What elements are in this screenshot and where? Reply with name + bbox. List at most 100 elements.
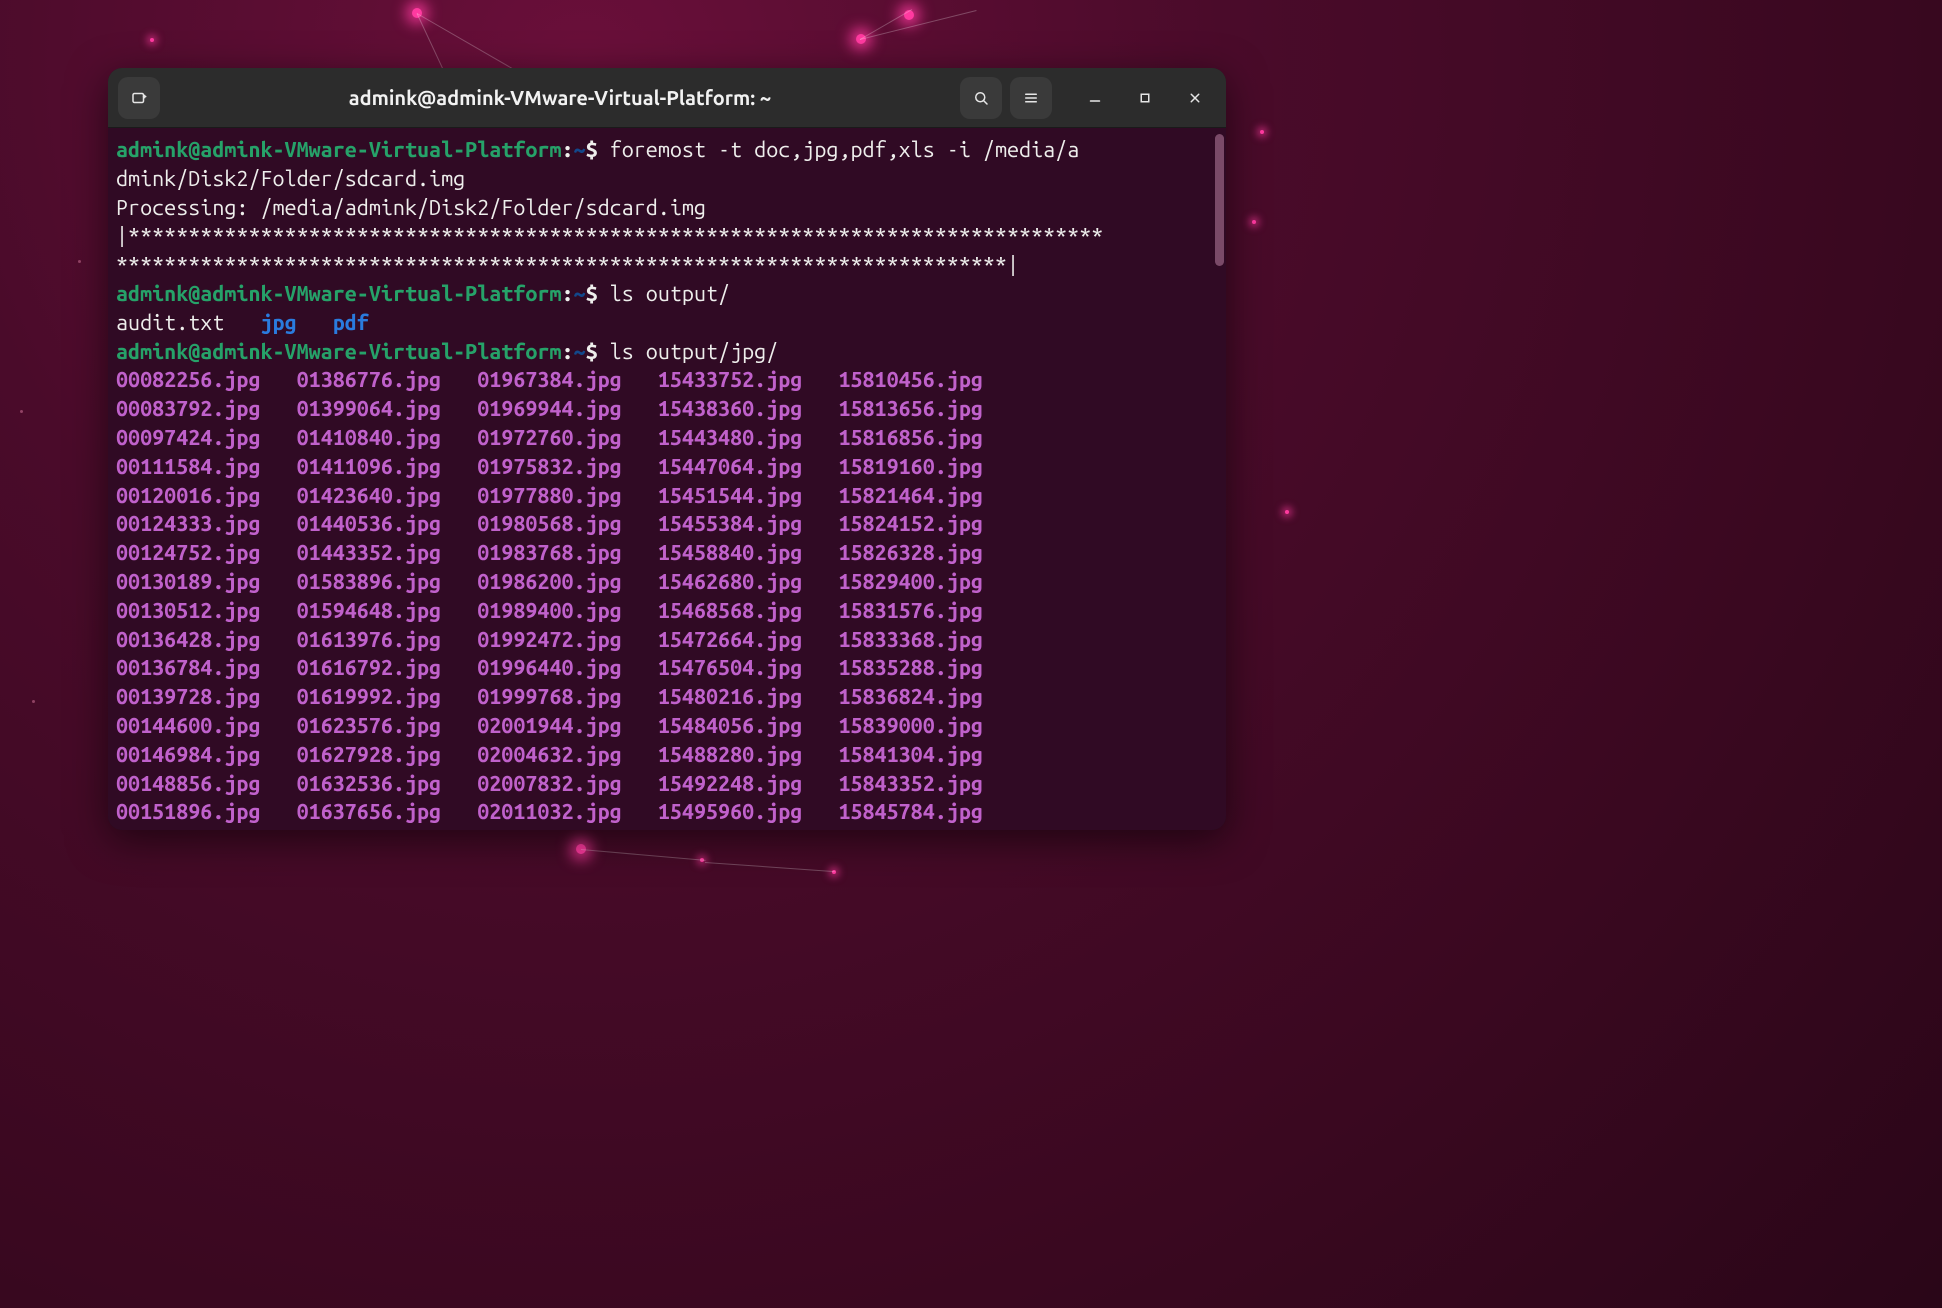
dir-entry: jpg (261, 311, 297, 335)
file-entry: 01969944.jpg (477, 397, 621, 421)
command-text: ls output/ (610, 282, 730, 306)
search-button[interactable] (960, 77, 1002, 119)
prompt-path: ~ (574, 282, 586, 306)
file-entry: 00136784.jpg (116, 656, 260, 680)
prompt-userhost: admink@admink-VMware-Virtual-Platform (116, 138, 561, 162)
file-entry: 00146984.jpg (116, 743, 260, 767)
file-entry: 00124752.jpg (116, 541, 260, 565)
file-entry: 01386776.jpg (297, 368, 441, 392)
file-entry: 00097424.jpg (116, 426, 260, 450)
file-entry: 15484056.jpg (658, 714, 802, 738)
file-entry: 01637656.jpg (297, 800, 441, 824)
file-entry: 15462680.jpg (658, 570, 802, 594)
line-decor (860, 9, 912, 40)
line-decor (705, 862, 835, 872)
file-entry: 01411096.jpg (297, 455, 441, 479)
file-entry: 15816856.jpg (838, 426, 982, 450)
new-tab-button[interactable] (118, 77, 160, 119)
terminal-line: 00130189.jpg 01583896.jpg 01986200.jpg 1… (116, 568, 1218, 597)
file-entry: 01992472.jpg (477, 628, 621, 652)
maximize-icon (1136, 89, 1154, 107)
terminal-line: ****************************************… (116, 251, 1218, 280)
file-entry: 15843352.jpg (838, 772, 982, 796)
file-entry: 01967384.jpg (477, 368, 621, 392)
file-entry: 00136428.jpg (116, 628, 260, 652)
file-entry: 00083792.jpg (116, 397, 260, 421)
star-decor (20, 410, 23, 413)
terminal-line: 00139728.jpg 01619992.jpg 01999768.jpg 1… (116, 683, 1218, 712)
file-entry: 15821464.jpg (838, 484, 982, 508)
file-entry: 01423640.jpg (297, 484, 441, 508)
file-entry: 01440536.jpg (297, 512, 441, 536)
file-entry: 01443352.jpg (297, 541, 441, 565)
file-entry: 02004632.jpg (477, 743, 621, 767)
maximize-button[interactable] (1124, 77, 1166, 119)
terminal-line: dmink/Disk2/Folder/sdcard.img (116, 165, 1218, 194)
file-entry: 00130189.jpg (116, 570, 260, 594)
close-icon (1186, 89, 1204, 107)
file-entry: 00082256.jpg (116, 368, 260, 392)
prompt-colon: : (561, 340, 573, 364)
new-tab-icon (130, 89, 148, 107)
terminal-line: 00146984.jpg 01627928.jpg 02004632.jpg 1… (116, 741, 1218, 770)
prompt-userhost: admink@admink-VMware-Virtual-Platform (116, 340, 561, 364)
prompt-path: ~ (574, 340, 586, 364)
file-entry: 01613976.jpg (297, 628, 441, 652)
file-entry: 01410840.jpg (297, 426, 441, 450)
file-entry: 15451544.jpg (658, 484, 802, 508)
titlebar: admink@admink-VMware-Virtual-Platform: ~ (108, 68, 1226, 128)
file-entry: 00120016.jpg (116, 484, 260, 508)
file-entry: 00139728.jpg (116, 685, 260, 709)
file-entry: 01619992.jpg (297, 685, 441, 709)
file-entry: 15495960.jpg (658, 800, 802, 824)
prompt-dollar: $ (586, 282, 598, 306)
file-entry: audit.txt (116, 311, 224, 335)
terminal-line: admink@admink-VMware-Virtual-Platform:~$… (116, 338, 1218, 367)
file-entry: 15845784.jpg (838, 800, 982, 824)
file-entry: 15443480.jpg (658, 426, 802, 450)
file-entry: 01972760.jpg (477, 426, 621, 450)
prompt-colon: : (561, 282, 573, 306)
file-entry: 15826328.jpg (838, 541, 982, 565)
file-entry: 15433752.jpg (658, 368, 802, 392)
hamburger-icon (1022, 89, 1040, 107)
command-text: ls output/jpg/ (610, 340, 779, 364)
file-entry: 15833368.jpg (838, 628, 982, 652)
star-decor (1260, 130, 1264, 134)
terminal-body[interactable]: admink@admink-VMware-Virtual-Platform:~$… (108, 128, 1226, 830)
file-entry: 01983768.jpg (477, 541, 621, 565)
close-button[interactable] (1174, 77, 1216, 119)
terminal-line: audit.txt jpg pdf (116, 309, 1218, 338)
terminal-line: 00136784.jpg 01616792.jpg 01996440.jpg 1… (116, 654, 1218, 683)
terminal-line: admink@admink-VMware-Virtual-Platform:~$… (116, 280, 1218, 309)
file-entry: 15829400.jpg (838, 570, 982, 594)
file-entry: 00124333.jpg (116, 512, 260, 536)
search-icon (972, 89, 990, 107)
menu-button[interactable] (1010, 77, 1052, 119)
prompt-colon: : (561, 138, 573, 162)
scrollbar-thumb[interactable] (1215, 134, 1224, 266)
star-decor (78, 260, 81, 263)
line-decor (860, 10, 977, 40)
minimize-button[interactable] (1074, 77, 1116, 119)
file-entry: 01399064.jpg (297, 397, 441, 421)
file-entry: 01616792.jpg (297, 656, 441, 680)
file-entry: 15480216.jpg (658, 685, 802, 709)
file-entry: 02001944.jpg (477, 714, 621, 738)
window-title: admink@admink-VMware-Virtual-Platform: ~ (168, 86, 952, 109)
prompt-dollar: $ (586, 138, 598, 162)
file-entry: 15492248.jpg (658, 772, 802, 796)
prompt-dollar: $ (586, 340, 598, 364)
file-entry: 01594648.jpg (297, 599, 441, 623)
file-entry: 01986200.jpg (477, 570, 621, 594)
file-entry: 02007832.jpg (477, 772, 621, 796)
file-entry: 15813656.jpg (838, 397, 982, 421)
file-entry: 15458840.jpg (658, 541, 802, 565)
star-decor (32, 700, 35, 703)
file-entry: 01975832.jpg (477, 455, 621, 479)
file-entry: 15824152.jpg (838, 512, 982, 536)
file-entry: 15447064.jpg (658, 455, 802, 479)
file-entry: 15488280.jpg (658, 743, 802, 767)
file-entry: 15438360.jpg (658, 397, 802, 421)
file-entry: 15472664.jpg (658, 628, 802, 652)
